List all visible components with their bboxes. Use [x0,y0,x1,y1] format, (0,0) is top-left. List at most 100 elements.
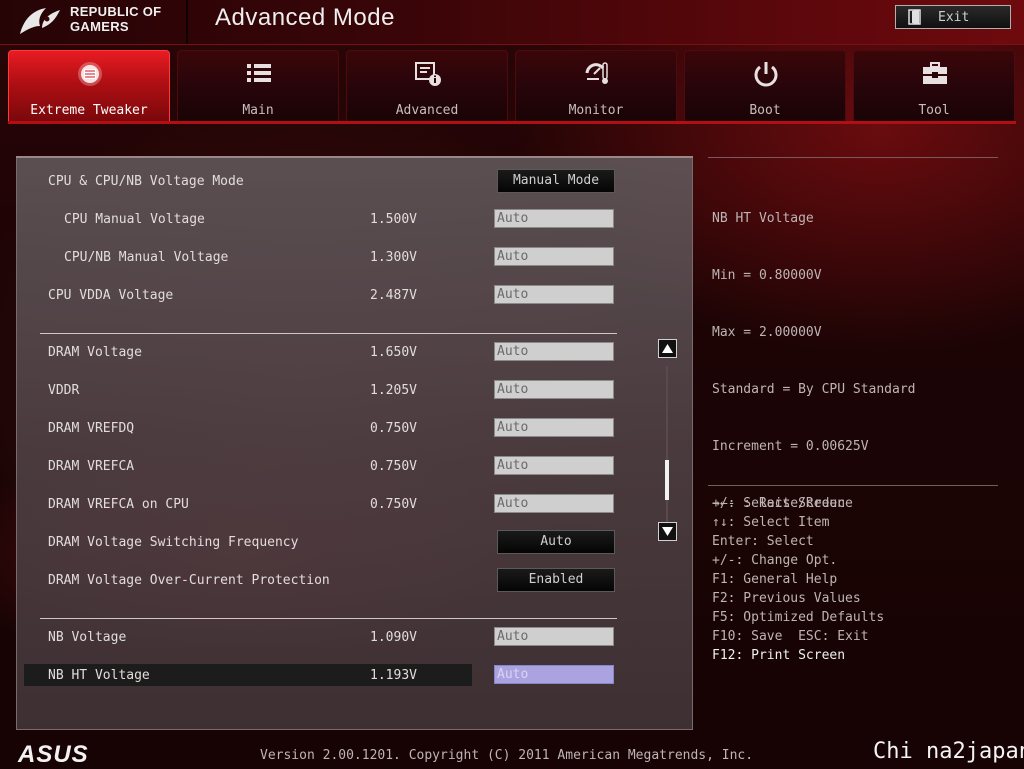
tab-label: Extreme Tweaker [30,103,148,118]
tab-label: Monitor [568,103,624,118]
rog-logo-icon [20,8,60,34]
arrow-up-icon [662,344,673,353]
setting-label: DRAM Voltage Switching Frequency [48,535,299,550]
setting-row-dram-vrefca[interactable]: DRAM VREFCA 0.750V Auto [32,456,632,478]
help-description: NB HT Voltage Min = 0.80000V Max = 2.000… [712,171,916,532]
tab-advanced[interactable]: Advanced [346,50,508,122]
help-line: NB HT Voltage [712,211,814,226]
version-text: Version 2.00.1201. Copyright (C) 2011 Am… [260,748,754,763]
setting-label: CPU Manual Voltage [64,212,205,227]
setting-row-cpu-manual-voltage[interactable]: CPU Manual Voltage 1.500V Auto [32,209,632,231]
power-icon [754,62,778,87]
setting-label: DRAM VREFCA [48,459,135,474]
arrow-down-icon [662,527,673,536]
voltage-reading: 2.487V [370,288,417,303]
voltage-reading: 1.300V [370,250,417,265]
key-legend: →←: Select Screen ↑↓: Select Item Enter:… [712,494,884,665]
setting-row-vddr[interactable]: VDDR 1.205V Auto [32,380,632,402]
brand-line-2: GAMERS [70,19,129,34]
tab-underline [8,121,1016,124]
voltage-mode-button[interactable]: Manual Mode [497,169,615,193]
setting-row-cpu-voltage-mode[interactable]: CPU & CPU/NB Voltage Mode Manual Mode [32,169,632,193]
tab-label: Boot [749,103,781,118]
value-input[interactable]: Auto [494,342,614,361]
value-input[interactable]: Auto [494,418,614,437]
key-hint: F10: Save ESC: Exit [712,629,869,644]
setting-row-dram-vrefca-on-cpu[interactable]: DRAM VREFCA on CPU 0.750V Auto [32,494,632,516]
toolbox-icon [923,62,947,84]
key-hint-print-screen: F12: Print Screen [712,648,846,663]
scroll-up-button[interactable] [658,339,677,358]
setting-row-cpunb-manual-voltage[interactable]: CPU/NB Manual Voltage 1.300V Auto [32,247,632,269]
value-input[interactable]: Auto [494,627,614,646]
section-divider [40,618,617,619]
advanced-icon [415,62,441,86]
value-input[interactable]: Auto [494,380,614,399]
key-hint: +/-: Change Opt. [712,553,838,568]
monitor-icon [585,62,608,84]
setting-label: DRAM VREFDQ [48,421,135,436]
voltage-reading: 0.750V [370,421,417,436]
page-title: Advanced Mode [215,4,395,31]
list-icon [247,64,271,82]
tab-bar: Extreme Tweaker Main Advanced Monitor Bo… [8,50,1016,122]
setting-label: VDDR [48,383,80,398]
setting-row-dram-switching-frequency[interactable]: DRAM Voltage Switching Frequency Auto [32,530,632,554]
value-input[interactable]: Auto [494,456,614,475]
setting-row-dram-over-current-protection[interactable]: DRAM Voltage Over-Current Protection Ena… [32,568,632,592]
exit-button[interactable]: Exit [895,5,1011,29]
setting-label: NB Voltage [48,630,127,645]
help-line: Min = 0.80000V [712,268,822,283]
header-divider [186,0,188,44]
over-current-protection-button[interactable]: Enabled [497,568,615,592]
value-input[interactable]: Auto [494,247,614,266]
setting-row-nb-ht-voltage[interactable]: NB HT Voltage 1.193V Auto [24,664,632,687]
value-input[interactable]: Auto [494,494,614,513]
brand-line-1: REPUBLIC OF [70,4,162,19]
help-top-divider [708,157,998,158]
scrollbar-thumb[interactable] [665,460,669,500]
setting-row-dram-vrefdq[interactable]: DRAM VREFDQ 0.750V Auto [32,418,632,440]
tab-main[interactable]: Main [177,50,339,122]
help-line: Max = 2.00000V [712,325,822,340]
exit-door-icon [908,9,921,25]
setting-label: DRAM Voltage [48,345,142,360]
tab-label: Tool [918,103,950,118]
help-bottom-divider [708,485,998,486]
tweaker-icon [78,62,102,86]
setting-row-cpu-vdda-voltage[interactable]: CPU VDDA Voltage 2.487V Auto [32,285,632,307]
setting-label: NB HT Voltage [48,668,150,683]
brand-text: REPUBLIC OF GAMERS [70,4,161,34]
voltage-reading: 1.500V [370,212,417,227]
key-hint: Enter: Select [712,534,814,549]
tab-label: Advanced [395,103,459,118]
voltage-reading: 1.650V [370,345,417,360]
tab-label: Main [242,103,274,118]
tab-tool[interactable]: Tool [853,50,1015,122]
setting-label: DRAM Voltage Over-Current Protection [48,573,330,588]
key-hint: →←: Select Screen [712,496,846,511]
setting-row-dram-voltage[interactable]: DRAM Voltage 1.650V Auto [32,342,632,364]
value-input[interactable]: Auto [494,285,614,304]
help-line: Standard = By CPU Standard [712,382,916,397]
setting-label: DRAM VREFCA on CPU [48,497,189,512]
setting-label: CPU VDDA Voltage [48,288,174,303]
value-input[interactable]: Auto [494,209,614,228]
voltage-reading: 1.193V [370,668,417,683]
value-input[interactable]: Auto [494,665,614,684]
setting-row-nb-voltage[interactable]: NB Voltage 1.090V Auto [32,627,632,649]
scroll-down-button[interactable] [658,522,677,541]
section-divider [40,333,617,334]
voltage-reading: 0.750V [370,459,417,474]
voltage-reading: 1.090V [370,630,417,645]
tab-boot[interactable]: Boot [684,50,846,122]
key-hint: ↑↓: Select Item [712,515,830,530]
panel-top-border [16,156,693,158]
header-underline [0,44,1024,45]
tab-extreme-tweaker[interactable]: Extreme Tweaker [8,50,170,122]
setting-label: CPU & CPU/NB Voltage Mode [48,174,244,189]
switching-frequency-button[interactable]: Auto [497,530,615,554]
tab-monitor[interactable]: Monitor [515,50,677,122]
header-bar: REPUBLIC OF GAMERS Advanced Mode Exit [0,0,1024,44]
watermark-text: Chi na2japan [873,739,1024,764]
